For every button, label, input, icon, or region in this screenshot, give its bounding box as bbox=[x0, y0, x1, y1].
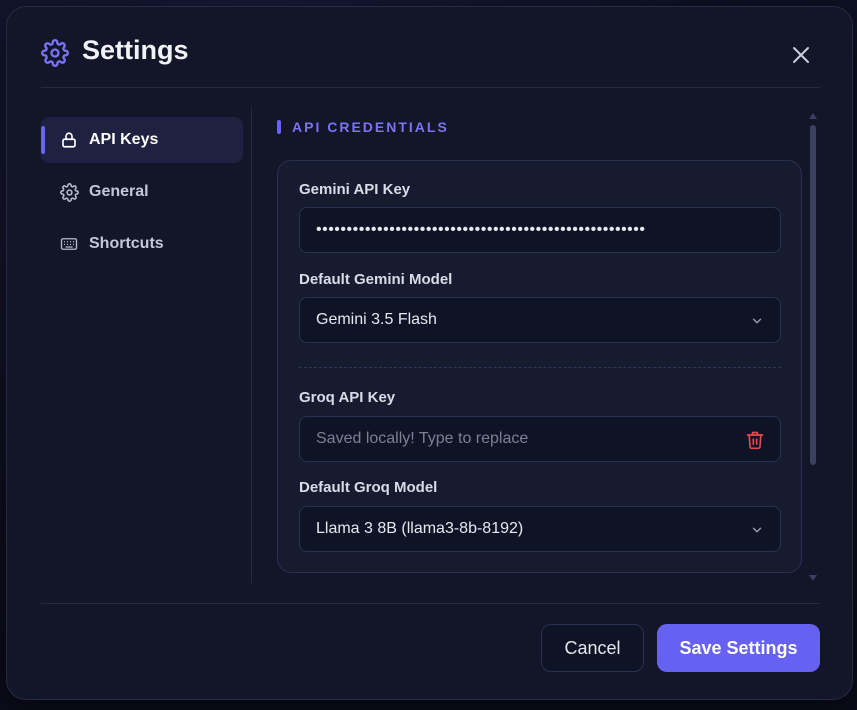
footer-divider bbox=[41, 603, 820, 604]
sidebar-item-label: Shortcuts bbox=[89, 235, 164, 252]
section-accent-bar bbox=[277, 120, 281, 134]
settings-dialog: Settings API Keys General Shortcuts API … bbox=[6, 6, 853, 700]
gear-icon bbox=[41, 39, 69, 67]
gemini-key-input[interactable]: ••••••••••••••••••••••••••••••••••••••••… bbox=[299, 207, 781, 253]
scroll-down-arrow-icon[interactable] bbox=[809, 575, 817, 581]
dialog-header: Settings bbox=[7, 7, 852, 87]
groq-key-label: Groq API Key bbox=[299, 389, 396, 406]
groq-key-placeholder: Saved locally! Type to replace bbox=[316, 430, 529, 447]
sidebar-item-general[interactable]: General bbox=[41, 169, 243, 215]
gemini-model-value: Gemini 3.5 Flash bbox=[316, 311, 437, 328]
dialog-title: Settings bbox=[82, 35, 189, 65]
scroll-thumb[interactable] bbox=[810, 125, 816, 465]
content-scrollbar[interactable] bbox=[807, 111, 819, 587]
scroll-up-arrow-icon[interactable] bbox=[809, 113, 817, 119]
groq-model-value: Llama 3 8B (llama3-8b-8192) bbox=[316, 520, 524, 537]
lock-icon bbox=[59, 130, 79, 150]
section-title: API CREDENTIALS bbox=[292, 119, 449, 135]
sidebar-item-shortcuts[interactable]: Shortcuts bbox=[41, 221, 243, 267]
save-settings-button[interactable]: Save Settings bbox=[657, 624, 820, 672]
credentials-card: Gemini API Key •••••••••••••••••••••••••… bbox=[277, 160, 802, 573]
section-divider bbox=[299, 367, 781, 368]
cancel-button[interactable]: Cancel bbox=[541, 624, 644, 672]
gemini-key-value: ••••••••••••••••••••••••••••••••••••••••… bbox=[316, 221, 646, 238]
gemini-model-select[interactable]: Gemini 3.5 Flash bbox=[299, 297, 781, 343]
sidebar-divider bbox=[251, 107, 252, 583]
close-icon[interactable] bbox=[789, 43, 813, 67]
sidebar-item-api-keys[interactable]: API Keys bbox=[41, 117, 243, 163]
gear-icon bbox=[59, 182, 79, 202]
groq-model-label: Default Groq Model bbox=[299, 479, 438, 496]
section-header: API CREDENTIALS bbox=[277, 119, 449, 135]
gemini-model-label: Default Gemini Model bbox=[299, 271, 453, 288]
groq-model-select[interactable]: Llama 3 8B (llama3-8b-8192) bbox=[299, 506, 781, 552]
sidebar-item-label: API Keys bbox=[89, 131, 159, 148]
sidebar-item-label: General bbox=[89, 183, 149, 200]
settings-content: API CREDENTIALS Gemini API Key •••••••••… bbox=[277, 107, 802, 587]
chevron-down-icon bbox=[750, 314, 764, 328]
settings-sidebar: API Keys General Shortcuts bbox=[41, 117, 243, 273]
keyboard-icon bbox=[59, 234, 79, 254]
groq-key-input[interactable]: Saved locally! Type to replace bbox=[299, 416, 781, 462]
chevron-down-icon bbox=[750, 523, 764, 537]
trash-icon[interactable] bbox=[745, 430, 765, 450]
header-divider bbox=[41, 87, 820, 88]
gemini-key-label: Gemini API Key bbox=[299, 181, 411, 198]
